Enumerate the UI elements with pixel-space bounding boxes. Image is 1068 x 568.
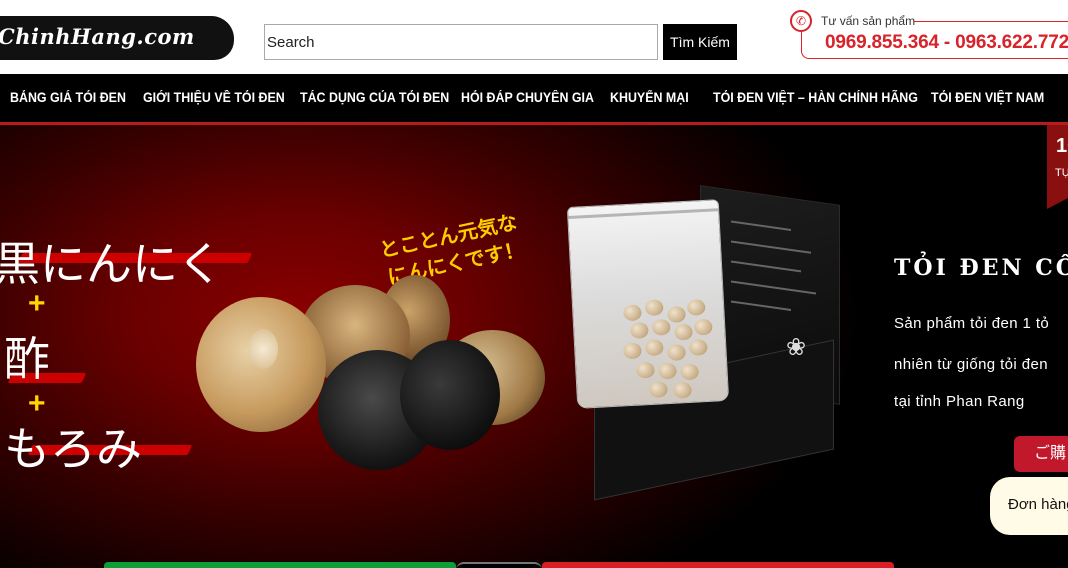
jp-plus-1: +	[28, 287, 46, 320]
garlic-clove	[658, 362, 677, 380]
logo-text: ChinhHang.com	[0, 24, 195, 49]
nav-item-khuyen-mai[interactable]: KHUYẾN MẠI	[610, 90, 689, 105]
nav-item-hoi-dap[interactable]: HỎI ĐÁP CHUYÊN GIA	[461, 90, 594, 105]
phone-box: ✆ Tư vấn sản phẩm 0969.855.364 - 0963.62…	[790, 10, 1068, 62]
nav-item-viet-han[interactable]: TỎI ĐEN VIỆT – HÀN CHÍNH HÃNG	[713, 90, 918, 105]
box-print-line	[731, 260, 801, 273]
garlic-clove	[649, 381, 668, 399]
garlic-clove	[674, 323, 693, 341]
consult-label: Tư vấn sản phẩm	[821, 14, 916, 28]
box-print-line	[731, 280, 816, 295]
phone-divider	[914, 21, 1068, 22]
hero-banner[interactable]: 黒にんにく + 酢 + もろみ とことん元気な にんにくです！ ❀ TỎI ĐE…	[0, 125, 1068, 568]
garlic-clove	[636, 361, 655, 379]
phone-underline	[814, 58, 1068, 59]
site-logo[interactable]: ChinhHang.com	[0, 16, 234, 60]
nav-item-tac-dung[interactable]: TÁC DỤNG CỦA TỎI ĐEN	[300, 90, 449, 105]
hero-desc-line-2: nhiên từ giống tỏi đen	[894, 356, 1048, 373]
nav-item-bang-gia[interactable]: BẢNG GIÁ TỎI ĐEN	[10, 90, 126, 105]
bottom-emblem	[456, 562, 542, 568]
flower-icon: ❀	[786, 334, 807, 361]
main-nav: BẢNG GIÁ TỎI ĐEN GIỚI THIỆU VỀ TỎI ĐEN T…	[0, 74, 1068, 122]
jp-line-1: 黒にんにく	[0, 237, 224, 291]
phone-icon: ✆	[790, 10, 812, 32]
bottom-green-tab[interactable]	[104, 562, 456, 568]
garlic-clove	[248, 329, 278, 369]
garlic-clove	[644, 339, 664, 357]
garlic-clove	[688, 338, 708, 356]
garlic-clove	[644, 299, 664, 317]
corner-badge-number: 10	[1056, 135, 1068, 157]
product-pouch	[566, 199, 730, 409]
hero-title: TỎI ĐEN CÔ Đ	[894, 255, 1068, 281]
garlic-clove	[680, 363, 700, 381]
nav-item-viet-nam[interactable]: TỎI ĐEN VIỆT NAM	[931, 90, 1044, 105]
garlic-clove	[623, 304, 642, 322]
corner-badge-label: TỤ	[1055, 167, 1068, 179]
garlic-clove	[673, 381, 692, 399]
box-print-line	[731, 220, 791, 231]
garlic-clove	[693, 318, 713, 336]
hotline-numbers[interactable]: 0969.855.364 - 0963.622.772	[825, 32, 1068, 54]
black-garlic	[400, 340, 500, 450]
bottom-red-tab[interactable]	[542, 562, 894, 568]
site-header: ChinhHang.com Tìm Kiếm ✆ Tư vấn sản phẩm…	[0, 0, 1068, 74]
order-chat-bubble[interactable]: Đơn hàng	[990, 477, 1068, 535]
jp-line-2: 酢	[4, 332, 50, 386]
garlic-clove	[667, 306, 686, 323]
garlic-clove	[629, 322, 649, 339]
search-input[interactable]	[264, 24, 658, 60]
box-print-line	[731, 240, 811, 254]
garlic-clove	[651, 318, 671, 336]
phone-bracket	[801, 32, 815, 59]
search-button[interactable]: Tìm Kiếm	[663, 24, 737, 60]
jp-line-3: もろみ	[4, 422, 142, 476]
garlic-clove	[623, 342, 642, 360]
box-print-line	[731, 300, 791, 311]
nav-item-gioi-thieu[interactable]: GIỚI THIỆU VỀ TỎI ĐEN	[143, 90, 285, 105]
hero-desc-line-1: Sản phẩm tỏi đen 1 tỏ	[894, 315, 1050, 332]
pouch-seal	[568, 208, 719, 220]
buy-button[interactable]: ご購	[1014, 436, 1068, 472]
garlic-clove	[667, 344, 686, 362]
hero-desc-line-3: tại tỉnh Phan Rang	[894, 393, 1025, 410]
garlic-clove	[686, 299, 706, 316]
